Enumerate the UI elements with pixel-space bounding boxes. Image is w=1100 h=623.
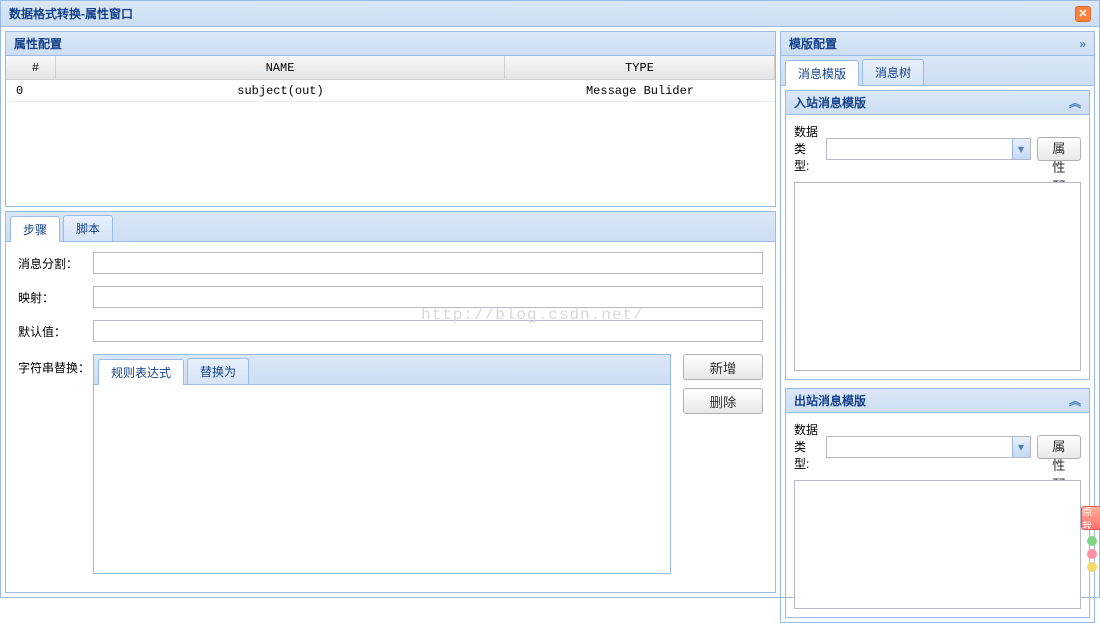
grid-col-name[interactable]: NAME: [56, 56, 505, 79]
replace-tabs-container: 规则表达式 替换为: [93, 354, 671, 574]
in-panel-title: 入站消息模版: [794, 94, 866, 111]
tab-replace-with[interactable]: 替换为: [187, 358, 249, 384]
replace-button-column: 新增 删除: [683, 354, 763, 414]
in-panel: 入站消息模版 ︽ 数据类型: ▾ 属性配置: [785, 90, 1090, 380]
template-tabs: 消息模版 消息树: [781, 56, 1094, 86]
grid-col-type[interactable]: TYPE: [505, 56, 775, 79]
label-default: 默认值：: [18, 323, 93, 340]
chevron-down-icon[interactable]: ▾: [1012, 437, 1030, 457]
template-panel-header: 模版配置 »: [781, 32, 1094, 56]
grid-header: # NAME TYPE: [6, 56, 775, 80]
bottom-tabs: 步骤 脚本: [6, 212, 775, 242]
out-type-row: 数据类型: ▾ 属性配置: [794, 421, 1081, 472]
in-panel-header: 入站消息模版 ︽: [786, 91, 1089, 115]
inner-tabs: 规则表达式 替换为: [94, 355, 670, 385]
out-textarea[interactable]: [794, 480, 1081, 609]
window-title: 数据格式转换-属性窗口: [9, 5, 1075, 22]
right-column: 模版配置 » 消息模版 消息树 入站消息模版 ︽: [780, 31, 1095, 593]
label-replace: 字符串替换：: [18, 354, 93, 376]
grid-col-idx[interactable]: #: [6, 56, 56, 79]
add-button[interactable]: 新增: [683, 354, 763, 380]
in-panel-body: 数据类型: ▾ 属性配置: [786, 115, 1089, 379]
tab-script[interactable]: 脚本: [63, 215, 113, 241]
in-textarea[interactable]: [794, 182, 1081, 371]
out-type-input[interactable]: [827, 437, 1012, 457]
attribute-panel-title: 属性配置: [14, 35, 62, 52]
out-cfg-button[interactable]: 属性配置: [1037, 435, 1081, 459]
out-panel: 出站消息模版 ︽ 数据类型: ▾ 属性配置: [785, 388, 1090, 618]
side-tag[interactable]: 点我: [1081, 506, 1100, 530]
tab-msg-template[interactable]: 消息模版: [785, 60, 859, 86]
out-panel-title: 出站消息模版: [794, 392, 866, 409]
attribute-panel-header: 属性配置: [6, 32, 775, 56]
table-row[interactable]: 0 subject(out) Message Bulider: [6, 80, 775, 102]
tab-msg-tree[interactable]: 消息树: [862, 59, 924, 85]
chevron-up-icon[interactable]: ︽: [1069, 94, 1081, 111]
in-type-row: 数据类型: ▾ 属性配置: [794, 123, 1081, 174]
input-map[interactable]: [93, 286, 763, 308]
dialog-window: 数据格式转换-属性窗口 ✕ 属性配置 # NAME TYPE 0 subject…: [0, 0, 1100, 598]
label-map: 映射：: [18, 289, 93, 306]
chevron-right-icon[interactable]: »: [1079, 37, 1086, 51]
template-panel: 模版配置 » 消息模版 消息树 入站消息模版 ︽: [780, 31, 1095, 623]
in-cfg-button[interactable]: 属性配置: [1037, 137, 1081, 161]
label-msg-split: 消息分割：: [18, 255, 93, 272]
tab-regex[interactable]: 规则表达式: [98, 359, 184, 385]
out-panel-body: 数据类型: ▾ 属性配置: [786, 413, 1089, 617]
window-body: 属性配置 # NAME TYPE 0 subject(out) Message …: [1, 27, 1099, 597]
row-map: 映射：: [18, 286, 763, 308]
tab-steps[interactable]: 步骤: [10, 216, 60, 242]
close-icon[interactable]: ✕: [1075, 6, 1091, 22]
side-decoration: [1085, 533, 1099, 573]
row-replace: 字符串替换： 规则表达式 替换为 新增 删除: [18, 354, 763, 582]
out-type-label: 数据类型:: [794, 421, 820, 472]
delete-button[interactable]: 删除: [683, 388, 763, 414]
cell-type: Message Bulider: [505, 80, 775, 101]
titlebar: 数据格式转换-属性窗口 ✕: [1, 1, 1099, 27]
steps-form: 消息分割： 映射： 默认值： 字符串替换：: [6, 242, 775, 592]
input-msg-split[interactable]: [93, 252, 763, 274]
replace-content[interactable]: [94, 385, 670, 573]
input-default[interactable]: [93, 320, 763, 342]
cell-name: subject(out): [56, 80, 505, 101]
attribute-panel: 属性配置 # NAME TYPE 0 subject(out) Message …: [5, 31, 776, 207]
in-type-combo[interactable]: ▾: [826, 138, 1031, 160]
chevron-up-icon[interactable]: ︽: [1069, 392, 1081, 409]
out-type-combo[interactable]: ▾: [826, 436, 1031, 458]
chevron-down-icon[interactable]: ▾: [1012, 139, 1030, 159]
left-column: 属性配置 # NAME TYPE 0 subject(out) Message …: [5, 31, 776, 593]
out-panel-header: 出站消息模版 ︽: [786, 389, 1089, 413]
in-type-input[interactable]: [827, 139, 1012, 159]
cell-idx: 0: [6, 80, 56, 101]
in-type-label: 数据类型:: [794, 123, 820, 174]
grid-body: 0 subject(out) Message Bulider: [6, 80, 775, 206]
template-panel-title: 模版配置: [789, 35, 837, 52]
row-msg-split: 消息分割：: [18, 252, 763, 274]
row-default: 默认值：: [18, 320, 763, 342]
steps-panel: 步骤 脚本 消息分割： 映射： 默认值：: [5, 211, 776, 593]
